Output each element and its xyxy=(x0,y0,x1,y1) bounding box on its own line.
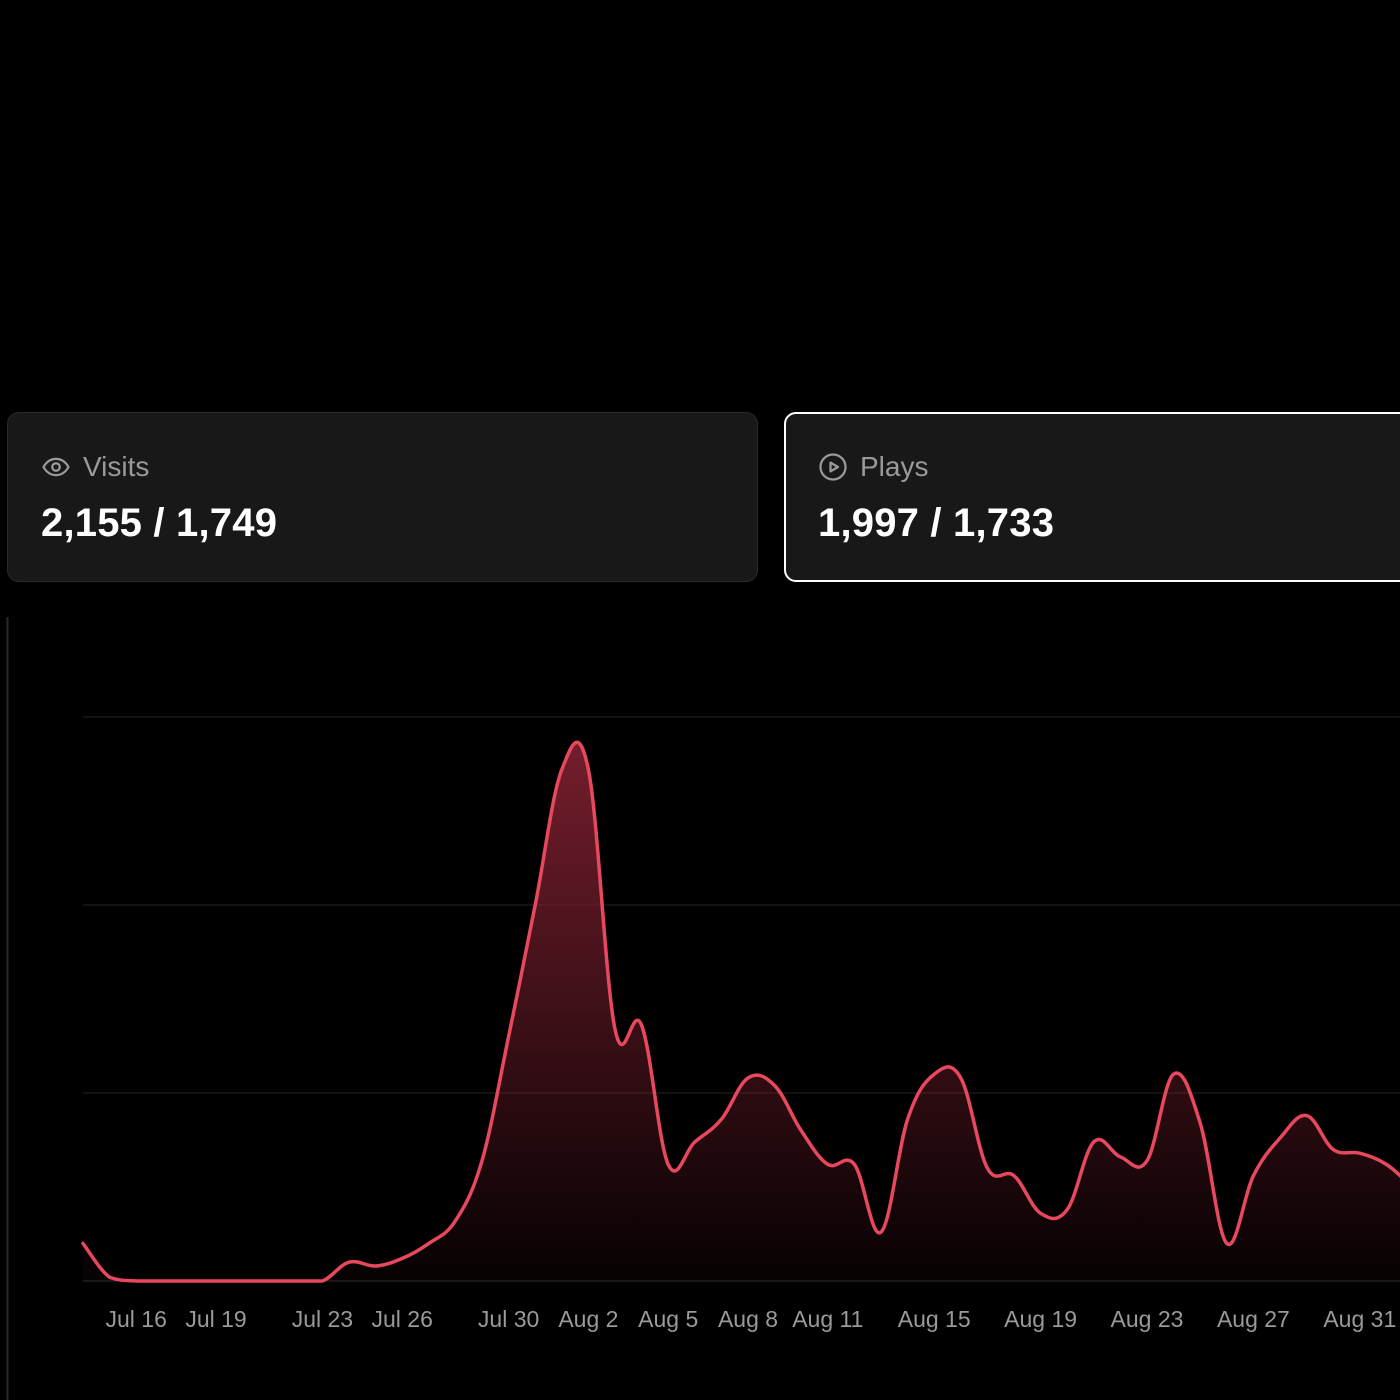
data-point xyxy=(878,1229,884,1235)
data-point xyxy=(426,1240,432,1246)
x-tick-label: Aug 5 xyxy=(638,1306,698,1332)
data-point xyxy=(107,1274,113,1280)
data-point xyxy=(1383,1161,1389,1167)
data-point xyxy=(958,1075,964,1081)
data-point xyxy=(1091,1139,1097,1145)
data-point xyxy=(772,1082,778,1088)
x-tick-label: Jul 30 xyxy=(478,1306,539,1332)
data-point xyxy=(825,1161,831,1167)
data-point xyxy=(718,1116,724,1122)
data-point xyxy=(506,1034,512,1040)
x-tick-label: Aug 31 xyxy=(1323,1306,1396,1332)
data-point xyxy=(1144,1158,1150,1164)
data-point xyxy=(559,767,565,773)
data-point xyxy=(585,767,591,773)
data-point xyxy=(1357,1150,1363,1156)
x-tick-label: Aug 23 xyxy=(1111,1306,1184,1332)
data-point xyxy=(479,1158,485,1164)
data-point xyxy=(373,1263,379,1269)
data-point xyxy=(1011,1173,1017,1179)
data-point xyxy=(639,1022,645,1028)
data-point xyxy=(240,1278,246,1284)
data-point xyxy=(399,1255,405,1261)
x-tick-label: Aug 11 xyxy=(792,1306,863,1332)
data-point xyxy=(745,1075,751,1081)
data-point xyxy=(1171,1071,1177,1077)
data-point xyxy=(346,1259,352,1265)
data-point xyxy=(213,1278,219,1284)
data-point xyxy=(665,1161,671,1167)
data-point xyxy=(1117,1154,1123,1160)
data-point xyxy=(133,1278,139,1284)
data-point xyxy=(692,1139,698,1145)
data-point xyxy=(931,1071,937,1077)
x-tick-label: Jul 16 xyxy=(106,1306,167,1332)
x-tick-label: Jul 19 xyxy=(185,1306,246,1332)
data-point xyxy=(851,1161,857,1167)
data-point xyxy=(1064,1207,1070,1213)
data-point xyxy=(1038,1210,1044,1216)
data-point xyxy=(293,1278,299,1284)
x-tick-label: Jul 26 xyxy=(372,1306,433,1332)
x-tick-label: Aug 15 xyxy=(898,1306,971,1332)
data-point xyxy=(1277,1135,1283,1141)
data-point xyxy=(984,1165,990,1171)
x-tick-label: Jul 23 xyxy=(292,1306,353,1332)
x-tick-label: Aug 27 xyxy=(1217,1306,1290,1332)
x-tick-label: Aug 2 xyxy=(558,1306,618,1332)
data-point xyxy=(798,1128,804,1134)
x-tick-label: Aug 19 xyxy=(1004,1306,1077,1332)
data-point xyxy=(612,1026,618,1032)
data-point xyxy=(905,1116,911,1122)
data-point xyxy=(532,902,538,908)
data-point xyxy=(1304,1113,1310,1119)
data-point xyxy=(80,1240,86,1246)
plays-area-chart: Jul 16 Jul 19 Jul 23 Jul 26 Jul 30 Aug 2 Aug 5… xyxy=(6,617,1400,1400)
data-point xyxy=(266,1278,272,1284)
data-point xyxy=(319,1278,325,1284)
data-point xyxy=(1224,1240,1230,1246)
x-tick-label: Aug 8 xyxy=(718,1306,778,1332)
data-point xyxy=(186,1278,192,1284)
data-point xyxy=(1250,1173,1256,1179)
series-area-fill xyxy=(83,742,1400,1281)
data-point xyxy=(1330,1146,1336,1152)
data-point xyxy=(160,1278,166,1284)
data-point xyxy=(1197,1120,1203,1126)
analytics-panel: Visits 2,155 / 1,749 Plays 1,997 / 1,733 xyxy=(0,0,1400,1400)
data-point xyxy=(452,1218,458,1224)
